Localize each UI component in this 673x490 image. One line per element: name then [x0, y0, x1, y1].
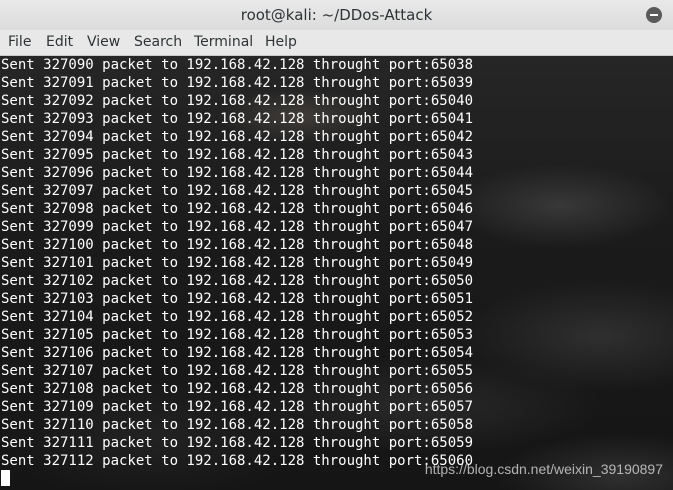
menu-terminal[interactable]: Terminal — [194, 30, 253, 55]
terminal-line: Sent 327092 packet to 192.168.42.128 thr… — [1, 93, 474, 109]
menu-search[interactable]: Search — [134, 30, 182, 55]
terminal-line: Sent 327109 packet to 192.168.42.128 thr… — [1, 399, 474, 415]
terminal-line: Sent 327106 packet to 192.168.42.128 thr… — [1, 345, 474, 361]
menu-help[interactable]: Help — [265, 30, 297, 55]
terminal-window: root@kali: ~/DDos-Attack File Edit View … — [0, 0, 673, 490]
terminal-line: Sent 327093 packet to 192.168.42.128 thr… — [1, 111, 474, 127]
terminal-line: Sent 327102 packet to 192.168.42.128 thr… — [1, 273, 474, 289]
terminal-line: Sent 327111 packet to 192.168.42.128 thr… — [1, 435, 474, 451]
menu-edit[interactable]: Edit — [46, 30, 73, 55]
text-cursor — [1, 470, 10, 486]
terminal-line: Sent 327105 packet to 192.168.42.128 thr… — [1, 327, 474, 343]
terminal-line: Sent 327090 packet to 192.168.42.128 thr… — [1, 57, 474, 73]
terminal-line: Sent 327103 packet to 192.168.42.128 thr… — [1, 291, 474, 307]
terminal-line: Sent 327104 packet to 192.168.42.128 thr… — [1, 309, 474, 325]
menu-file[interactable]: File — [8, 30, 31, 55]
terminal-line: Sent 327112 packet to 192.168.42.128 thr… — [1, 453, 474, 469]
menu-bar: File Edit View Search Terminal Help — [0, 30, 673, 56]
terminal-line: Sent 327095 packet to 192.168.42.128 thr… — [1, 147, 474, 163]
terminal-line: Sent 327101 packet to 192.168.42.128 thr… — [1, 255, 474, 271]
terminal-line: Sent 327094 packet to 192.168.42.128 thr… — [1, 129, 474, 145]
window-title: root@kali: ~/DDos-Attack — [240, 6, 433, 24]
terminal-line: Sent 327098 packet to 192.168.42.128 thr… — [1, 201, 474, 217]
close-icon — [650, 14, 658, 16]
terminal-line: Sent 327110 packet to 192.168.42.128 thr… — [1, 417, 474, 433]
terminal-line: Sent 327108 packet to 192.168.42.128 thr… — [1, 381, 474, 397]
terminal-line: Sent 327097 packet to 192.168.42.128 thr… — [1, 183, 474, 199]
terminal-output-area[interactable]: Sent 327090 packet to 192.168.42.128 thr… — [0, 56, 673, 490]
terminal-line: Sent 327096 packet to 192.168.42.128 thr… — [1, 165, 474, 181]
terminal-lines: Sent 327090 packet to 192.168.42.128 thr… — [1, 56, 473, 470]
terminal-line: Sent 327099 packet to 192.168.42.128 thr… — [1, 219, 474, 235]
watermark-text: https://blog.csdn.net/weixin_39190897 — [424, 461, 663, 477]
terminal-line: Sent 327091 packet to 192.168.42.128 thr… — [1, 75, 474, 91]
terminal-line: Sent 327107 packet to 192.168.42.128 thr… — [1, 363, 474, 379]
close-button[interactable] — [646, 7, 662, 23]
title-bar[interactable]: root@kali: ~/DDos-Attack — [0, 0, 673, 31]
terminal-line: Sent 327100 packet to 192.168.42.128 thr… — [1, 237, 474, 253]
menu-view[interactable]: View — [87, 30, 120, 55]
